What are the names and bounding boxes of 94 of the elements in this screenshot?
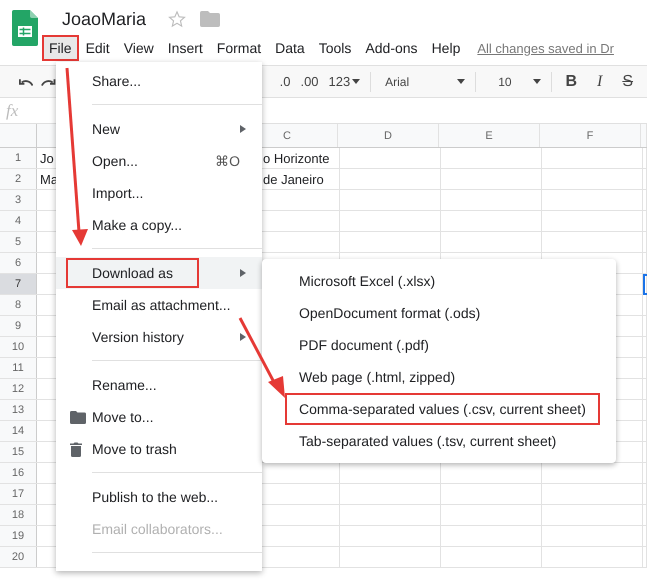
strikethrough-button[interactable]: S: [622, 72, 634, 90]
menu-item-label: Share...: [92, 73, 142, 89]
menu-item-label: Import...: [92, 185, 144, 201]
menu-item-label: Version history: [92, 329, 184, 345]
menu-item[interactable]: Data: [268, 35, 312, 61]
menu-item[interactable]: Open... ⌘O: [56, 145, 262, 177]
menu-item[interactable]: Import...: [56, 177, 262, 209]
row-header[interactable]: 12: [0, 379, 37, 399]
menu-item[interactable]: Rename...: [56, 369, 262, 401]
caret-icon: [352, 79, 360, 84]
menu-item-label: Move to...: [92, 409, 154, 425]
menu-item[interactable]: File: [42, 35, 79, 61]
menu-item-label: Rename...: [92, 377, 157, 393]
menu-item[interactable]: Share...: [56, 65, 262, 97]
number-format-button[interactable]: 123: [328, 74, 350, 89]
menu-item[interactable]: Microsoft Excel (.xlsx): [262, 265, 616, 297]
bold-button[interactable]: B: [565, 72, 578, 90]
menu-item[interactable]: Web page (.html, zipped): [262, 361, 616, 393]
redo-icon[interactable]: [41, 76, 56, 86]
menu-item[interactable]: Make a copy...: [56, 209, 262, 241]
table-cell: de Janeiro: [263, 172, 324, 186]
menu-item-label: Open...: [92, 153, 138, 169]
menu-item-label: Make a copy...: [92, 217, 182, 233]
menu-item[interactable]: View: [116, 35, 161, 61]
submenu-arrow-icon: [240, 333, 246, 341]
menu-item[interactable]: Help: [424, 35, 468, 61]
column-header[interactable]: D: [338, 124, 439, 147]
spreadsheet-logo-icon[interactable]: [12, 10, 38, 46]
menu-item-label: Email collaborators...: [92, 521, 223, 537]
row-header[interactable]: 5: [0, 232, 37, 252]
menu-item-label: Publish to the web...: [92, 489, 218, 505]
menu-item-label: Email as attachment...: [92, 297, 231, 313]
folder-icon[interactable]: [200, 11, 220, 27]
menu-item[interactable]: Insert: [160, 35, 210, 61]
menu-item[interactable]: Publish to the web...: [56, 481, 262, 513]
submenu-arrow-icon: [240, 269, 246, 277]
row-header[interactable]: 17: [0, 484, 37, 504]
caret-icon: [457, 79, 466, 84]
column-header[interactable]: E: [439, 124, 540, 147]
row-header[interactable]: 7: [0, 274, 37, 294]
menu-item-label: Download as: [66, 258, 199, 288]
menu-item-label: Web page (.html, zipped): [298, 368, 456, 387]
submenu-arrow-icon: [240, 125, 246, 133]
menu-item[interactable]: Move to trash: [56, 433, 262, 465]
trash-icon: [70, 442, 82, 456]
row-header[interactable]: 4: [0, 211, 37, 231]
row-header[interactable]: 6: [0, 253, 37, 273]
menu-item-label: New: [92, 121, 120, 137]
row-header[interactable]: 10: [0, 337, 37, 357]
font-dropdown[interactable]: Arial: [379, 74, 456, 88]
increase-decimal-button[interactable]: .00: [300, 74, 319, 89]
shortcut-text: ⌘O: [215, 153, 240, 169]
caret-icon: [532, 79, 541, 84]
row-header[interactable]: 8: [0, 295, 37, 315]
row-header[interactable]: 18: [0, 505, 37, 525]
row-header[interactable]: 3: [0, 190, 37, 210]
menu-item[interactable]: Download as: [56, 257, 262, 289]
decrease-decimal-button[interactable]: .0: [280, 74, 290, 89]
menu-item[interactable]: Email as attachment...: [56, 289, 262, 321]
font-size-dropdown[interactable]: 10: [484, 74, 531, 88]
formula-label: fx: [6, 100, 18, 120]
row-header[interactable]: 20: [0, 547, 37, 567]
row-header[interactable]: 15: [0, 442, 37, 462]
folder-icon: [70, 410, 86, 424]
row-header[interactable]: 2: [0, 169, 37, 189]
table-cell: Jo: [40, 150, 54, 166]
row-header[interactable]: 14: [0, 421, 37, 441]
menu-item[interactable]: OpenDocument format (.ods): [262, 297, 616, 329]
row-header[interactable]: 16: [0, 463, 37, 483]
menu-item[interactable]: Move to...: [56, 401, 262, 433]
column-header[interactable]: F: [540, 124, 641, 147]
menu-item-label: Tab-separated values (.tsv, current sheet): [298, 432, 558, 451]
star-icon[interactable]: [168, 10, 186, 28]
document-title[interactable]: JoaoMaria: [62, 8, 146, 30]
menu-item[interactable]: PDF document (.pdf): [262, 329, 616, 361]
menu-item-label: OpenDocument format (.ods): [298, 304, 482, 323]
menu-item[interactable]: Tools: [312, 35, 358, 61]
undo-icon[interactable]: [19, 76, 34, 86]
row-header[interactable]: 9: [0, 316, 37, 336]
italic-button[interactable]: I: [597, 72, 602, 90]
row-header[interactable]: 1: [0, 148, 37, 168]
row-header[interactable]: 11: [0, 358, 37, 378]
menu-item[interactable]: Format: [210, 35, 268, 61]
menu-item[interactable]: Edit: [78, 35, 117, 61]
menu-item-label: PDF document (.pdf): [298, 336, 430, 355]
menu-item[interactable]: Tab-separated values (.tsv, current sheet): [262, 425, 616, 457]
row-header[interactable]: 19: [0, 526, 37, 546]
row-header[interactable]: 13: [0, 400, 37, 420]
menu-item[interactable]: Version history: [56, 321, 262, 353]
table-cell: o Horizonte: [263, 150, 330, 166]
menu-item-label: Microsoft Excel (.xlsx): [298, 272, 436, 291]
menu-item-label: Move to trash: [92, 441, 177, 457]
menu-item[interactable]: Add-ons: [358, 35, 425, 61]
save-status-link[interactable]: All changes saved in Dr: [477, 40, 614, 56]
